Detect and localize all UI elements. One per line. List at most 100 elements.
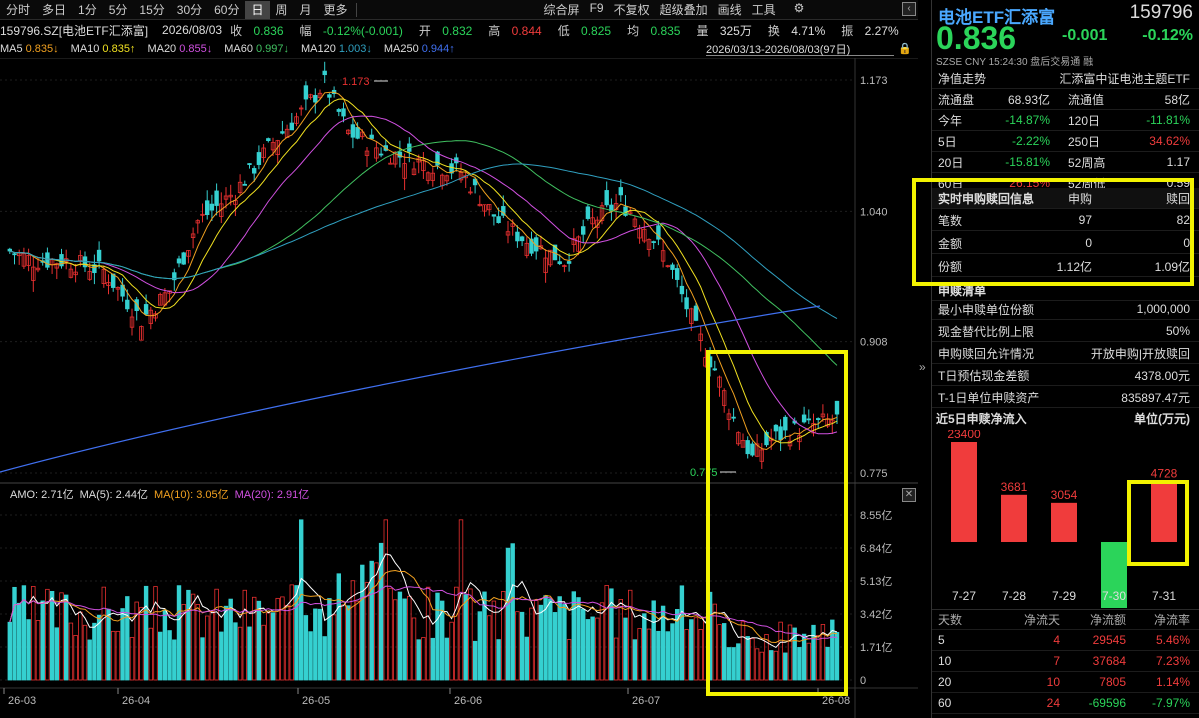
volume-header: AMO: 2.71亿 MA(5): 2.44亿 MA(10): 3.05亿 MA(20… [10, 488, 309, 501]
stat-label: 20日 [938, 155, 964, 170]
tool-button[interactable]: F9 [585, 1, 609, 18]
volume-bar [736, 643, 741, 681]
stat-value: -2.22% [1011, 134, 1050, 148]
stat-label: 今年 [938, 113, 963, 128]
flow-table-header: 天数 [938, 613, 963, 627]
flow-table-cell: 29545 [1092, 633, 1126, 647]
volume-bar [538, 604, 544, 681]
list-row: 申购赎回允许情况 开放申购|开放赎回 [932, 343, 1199, 364]
period-tab[interactable]: 15分 [133, 1, 170, 19]
ma-legend-item: MA20 0.855↓ [147, 43, 218, 55]
volume-bar [623, 617, 628, 681]
subscription-row: 笔数 97 82 [932, 210, 1199, 231]
flow-table-cell: 20 [938, 675, 952, 689]
period-tab[interactable]: 多日 [36, 1, 72, 19]
subscription-row: 金额 0 0 [932, 233, 1199, 254]
volume-bar [693, 617, 699, 681]
volume-bar [411, 617, 417, 681]
period-tab[interactable]: 更多 [318, 1, 354, 19]
volume-bar [642, 613, 647, 681]
period-tab[interactable]: 月 [294, 1, 318, 19]
tool-button[interactable]: 工具 [747, 1, 781, 18]
period-tab[interactable]: 30分 [171, 1, 208, 19]
stat-row: 今年 -14.87% 120日 -11.81% [932, 110, 1199, 131]
amp-value: 2.27% [864, 23, 899, 38]
stat-value: 1.17 [1166, 155, 1190, 169]
open-label: 开 [418, 23, 431, 38]
close-chart-icon[interactable]: ‹ [902, 2, 916, 16]
volume-bar [811, 624, 816, 681]
candle-body [670, 264, 675, 270]
stat-value: -15.81% [1005, 155, 1050, 169]
candle-body [12, 253, 17, 256]
flow-bar-label: 4728 [1151, 466, 1178, 480]
period-tab[interactable]: 60分 [208, 1, 245, 19]
flow-table-row: 10 7 37684 7.23% [932, 651, 1199, 672]
volume-bar [223, 605, 229, 681]
subscription-label: 份额 [938, 259, 963, 274]
lock-icon[interactable]: 🔒 [898, 42, 912, 55]
close-volume-pane-icon[interactable]: ✕ [902, 488, 916, 502]
date-range-selector[interactable]: 2026/03/13-2026/08/03(97日) [706, 41, 894, 56]
volume-bar [524, 636, 529, 681]
stat-value: -14.87% [1005, 113, 1050, 127]
volume-bar [806, 642, 811, 681]
flow-table-cell: 24 [1046, 696, 1060, 710]
candle-body [209, 203, 215, 211]
tool-button[interactable]: 超级叠加 [655, 1, 713, 18]
turn-label: 换 [767, 23, 780, 38]
candle-body [111, 273, 116, 288]
settings-icon[interactable]: ⚙ [789, 1, 810, 18]
avg-label: 均 [627, 23, 640, 38]
tool-button[interactable]: 综合屏 [539, 1, 585, 18]
flow-table-cell: 10 [1046, 675, 1060, 689]
volume-bar [16, 602, 22, 681]
ma120-line [9, 163, 838, 320]
candle-body [214, 190, 219, 206]
list-value: 开放申购|开放赎回 [1090, 346, 1190, 361]
tool-button[interactable]: 画线 [713, 1, 747, 18]
candle-body [350, 124, 356, 138]
period-tab[interactable]: 周 [270, 1, 294, 19]
flow-table-cell: 7 [1053, 654, 1060, 668]
volume-bar [613, 637, 619, 681]
index-name: 汇添富中证电池主题ETF [1059, 71, 1190, 86]
volume-bar [552, 612, 558, 681]
nav-label[interactable]: 净值走势 [938, 70, 986, 87]
candle-body [181, 252, 186, 265]
volume-bar [557, 596, 562, 681]
volume-bar [125, 596, 130, 681]
volume-bar [722, 623, 727, 681]
flow-table-cell: 4 [1053, 633, 1060, 647]
volume-bar [628, 589, 633, 681]
volume-bar [529, 607, 534, 681]
ma250-line [0, 305, 821, 473]
date-axis-label: 26-03 [8, 695, 36, 707]
flow-date-label: 7-29 [1052, 589, 1076, 603]
candle-body [651, 241, 656, 243]
period-tab[interactable]: 日 [245, 0, 270, 19]
kline-chart[interactable]: 1.173 1.040 0.908 0.775 1.173 0.775 AMO: 2.71亿… [0, 58, 918, 718]
volume-bar [12, 586, 17, 681]
period-tab[interactable]: 分时 [0, 1, 36, 19]
candle-body [96, 249, 102, 262]
volume-bars [7, 519, 840, 681]
list-row: T-1日单位申赎资产 835897.47元 [932, 387, 1199, 408]
tool-button[interactable]: 不复权 [609, 1, 655, 18]
period-tab[interactable]: 5分 [103, 1, 134, 19]
candle-body [256, 152, 262, 165]
ma-legend-item: MA120 1.003↓ [301, 43, 378, 55]
period-toolbar: 分时 多日 1分 5分 15分 30分 60分日周月更多 综合屏 F9 不复权 超级叠加 画线 工具 ⚙ [0, 0, 918, 20]
volume-bar [317, 608, 323, 681]
volume-axis-label: 1.71亿 [860, 641, 892, 654]
subscription-value: 1.12亿 [1056, 259, 1092, 274]
period-tab[interactable]: 1分 [72, 1, 103, 19]
volume-bar [237, 626, 243, 681]
volume-bar [834, 632, 840, 681]
volume-bar [284, 605, 290, 681]
volume-bar [92, 622, 97, 681]
nav-row[interactable]: 净值走势 汇添富中证电池主题ETF [932, 68, 1199, 89]
volume-bar [726, 647, 732, 681]
ma-name: MA250 [383, 43, 419, 55]
collapse-panel-icon[interactable]: » [919, 360, 931, 376]
